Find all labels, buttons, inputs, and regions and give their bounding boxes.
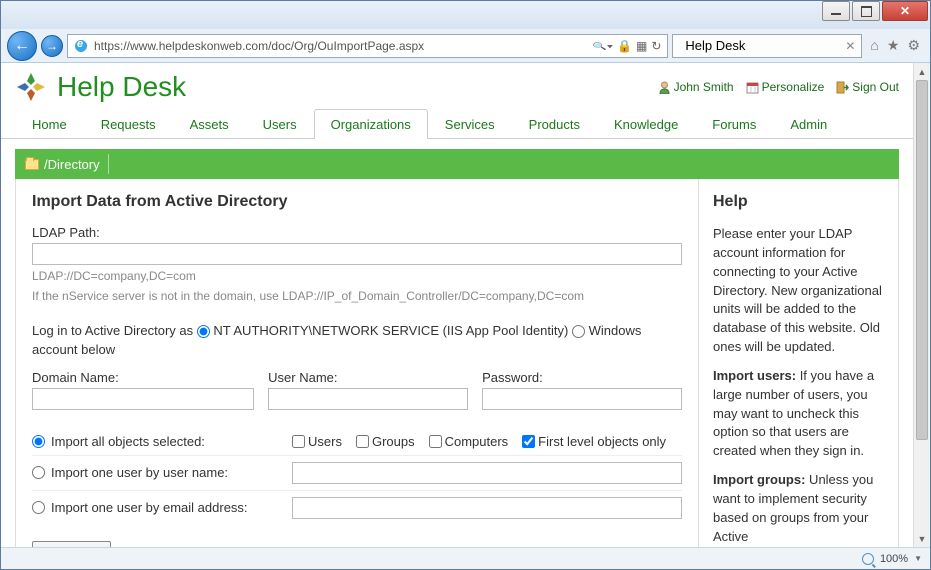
folder-icon	[25, 159, 39, 170]
import-options: Import all objects selected: Users Group…	[32, 428, 682, 525]
user-link[interactable]: John Smith	[658, 80, 734, 94]
login-as-row: Log in to Active Directory as NT AUTHORI…	[32, 321, 682, 360]
ldap-hint2: If the nService server is not in the dom…	[32, 288, 682, 305]
app-header: Help Desk John Smith Personalize Sign Ou…	[1, 63, 913, 109]
search-dropdown-icon[interactable]: 🔍▾	[592, 41, 613, 49]
window-minimize-button[interactable]	[822, 1, 850, 21]
help-p1: Please enter your LDAP account informati…	[713, 225, 884, 357]
scroll-track[interactable]	[914, 80, 930, 530]
user-icon	[658, 81, 671, 94]
credentials-row: Domain Name: User Name: Password:	[32, 370, 682, 410]
page-heading: Import Data from Active Directory	[32, 193, 682, 211]
lock-icon[interactable]: 🔒	[617, 39, 632, 53]
header-links: John Smith Personalize Sign Out	[658, 80, 899, 94]
address-icons: 🔍▾ 🔒 ▦ ↻	[592, 39, 661, 53]
browser-window: ✕ ← → https://www.helpdeskonweb.com/doc/…	[0, 0, 931, 570]
app-title: Help Desk	[57, 71, 186, 103]
zoom-level: 100%	[880, 553, 908, 565]
nav-tabs: HomeRequestsAssetsUsersOrganizationsServ…	[1, 109, 913, 139]
page-content: Help Desk John Smith Personalize Sign Ou…	[1, 63, 913, 547]
domain-label: Domain Name:	[32, 370, 254, 385]
compat-icon[interactable]: ▦	[636, 39, 647, 53]
main-panel: Import Data from Active Directory LDAP P…	[15, 179, 899, 547]
chk-users[interactable]: Users	[292, 434, 342, 449]
import-by-username-input[interactable]	[292, 462, 682, 484]
signout-link[interactable]: Sign Out	[836, 80, 899, 94]
browser-back-button[interactable]: ←	[7, 31, 37, 61]
username-label: User Name:	[268, 370, 468, 385]
tab-close-icon[interactable]: ✕	[845, 39, 855, 53]
import-by-username-radio[interactable]	[32, 466, 45, 479]
app-logo-icon	[15, 71, 47, 103]
browser-tools: ⌂ ★ ⚙	[866, 37, 924, 54]
breadcrumb-separator	[108, 154, 109, 174]
nav-tab-users[interactable]: Users	[246, 109, 314, 139]
form-panel: Import Data from Active Directory LDAP P…	[16, 179, 698, 547]
nav-tab-home[interactable]: Home	[15, 109, 84, 139]
nav-tab-admin[interactable]: Admin	[773, 109, 844, 139]
nav-tab-organizations[interactable]: Organizations	[314, 109, 428, 139]
home-icon[interactable]: ⌂	[870, 37, 878, 54]
status-bar: 100% ▼	[1, 547, 930, 569]
zoom-dropdown-icon[interactable]: ▼	[914, 554, 922, 563]
window-maximize-button[interactable]	[852, 1, 880, 21]
import-by-email-radio[interactable]	[32, 501, 45, 514]
refresh-icon[interactable]: ↻	[651, 39, 661, 53]
help-p2: Import users: If you have a large number…	[713, 367, 884, 461]
browser-forward-button[interactable]: →	[41, 35, 63, 57]
favorites-icon[interactable]: ★	[887, 37, 900, 54]
signout-icon	[836, 81, 849, 94]
vertical-scrollbar[interactable]: ▲ ▼	[913, 63, 930, 547]
window-titlebar: ✕	[1, 1, 930, 29]
help-heading: Help	[713, 193, 884, 211]
ldap-hint1: LDAP://DC=company,DC=com	[32, 268, 682, 285]
personalize-link[interactable]: Personalize	[746, 80, 825, 94]
nav-tab-knowledge[interactable]: Knowledge	[597, 109, 695, 139]
chk-firstlevel[interactable]: First level objects only	[522, 434, 666, 449]
help-body: Please enter your LDAP account informati…	[713, 225, 884, 547]
import-all-radio[interactable]	[32, 435, 45, 448]
help-p3: Import groups: Unless you want to implem…	[713, 471, 884, 546]
nav-tab-services[interactable]: Services	[428, 109, 512, 139]
page-viewport: Help Desk John Smith Personalize Sign Ou…	[1, 63, 930, 547]
address-bar[interactable]: https://www.helpdeskonweb.com/doc/Org/Ou…	[67, 34, 668, 58]
address-url: https://www.helpdeskonweb.com/doc/Org/Ou…	[94, 39, 586, 53]
help-panel: Help Please enter your LDAP account info…	[698, 179, 898, 547]
chk-groups[interactable]: Groups	[356, 434, 415, 449]
calendar-icon	[746, 81, 759, 94]
nav-tab-forums[interactable]: Forums	[695, 109, 773, 139]
browser-toolbar: ← → https://www.helpdeskonweb.com/doc/Or…	[1, 29, 930, 63]
breadcrumb-bar: /Directory	[15, 149, 899, 179]
login-prefix: Log in to Active Directory as	[32, 323, 193, 338]
ie-icon	[74, 39, 88, 53]
scroll-thumb[interactable]	[916, 80, 928, 440]
breadcrumb-item[interactable]: /Directory	[25, 157, 100, 172]
scroll-up-icon[interactable]: ▲	[914, 63, 930, 80]
browser-tab[interactable]: Help Desk ✕	[672, 34, 862, 58]
domain-input[interactable]	[32, 388, 254, 410]
password-label: Password:	[482, 370, 682, 385]
ldap-path-input[interactable]	[32, 243, 682, 265]
scroll-down-icon[interactable]: ▼	[914, 530, 930, 547]
nav-tab-requests[interactable]: Requests	[84, 109, 173, 139]
tab-title: Help Desk	[685, 38, 745, 53]
nav-tab-assets[interactable]: Assets	[173, 109, 246, 139]
login-opt-network-service[interactable]: NT AUTHORITY\NETWORK SERVICE (IIS App Po…	[197, 323, 569, 338]
window-close-button[interactable]: ✕	[882, 1, 928, 21]
chk-computers[interactable]: Computers	[429, 434, 509, 449]
nav-tab-products[interactable]: Products	[512, 109, 597, 139]
import-by-email-input[interactable]	[292, 497, 682, 519]
zoom-icon[interactable]	[862, 553, 874, 565]
password-input[interactable]	[482, 388, 682, 410]
ldap-path-label: LDAP Path:	[32, 225, 682, 240]
settings-gear-icon[interactable]: ⚙	[907, 37, 920, 54]
username-input[interactable]	[268, 388, 468, 410]
